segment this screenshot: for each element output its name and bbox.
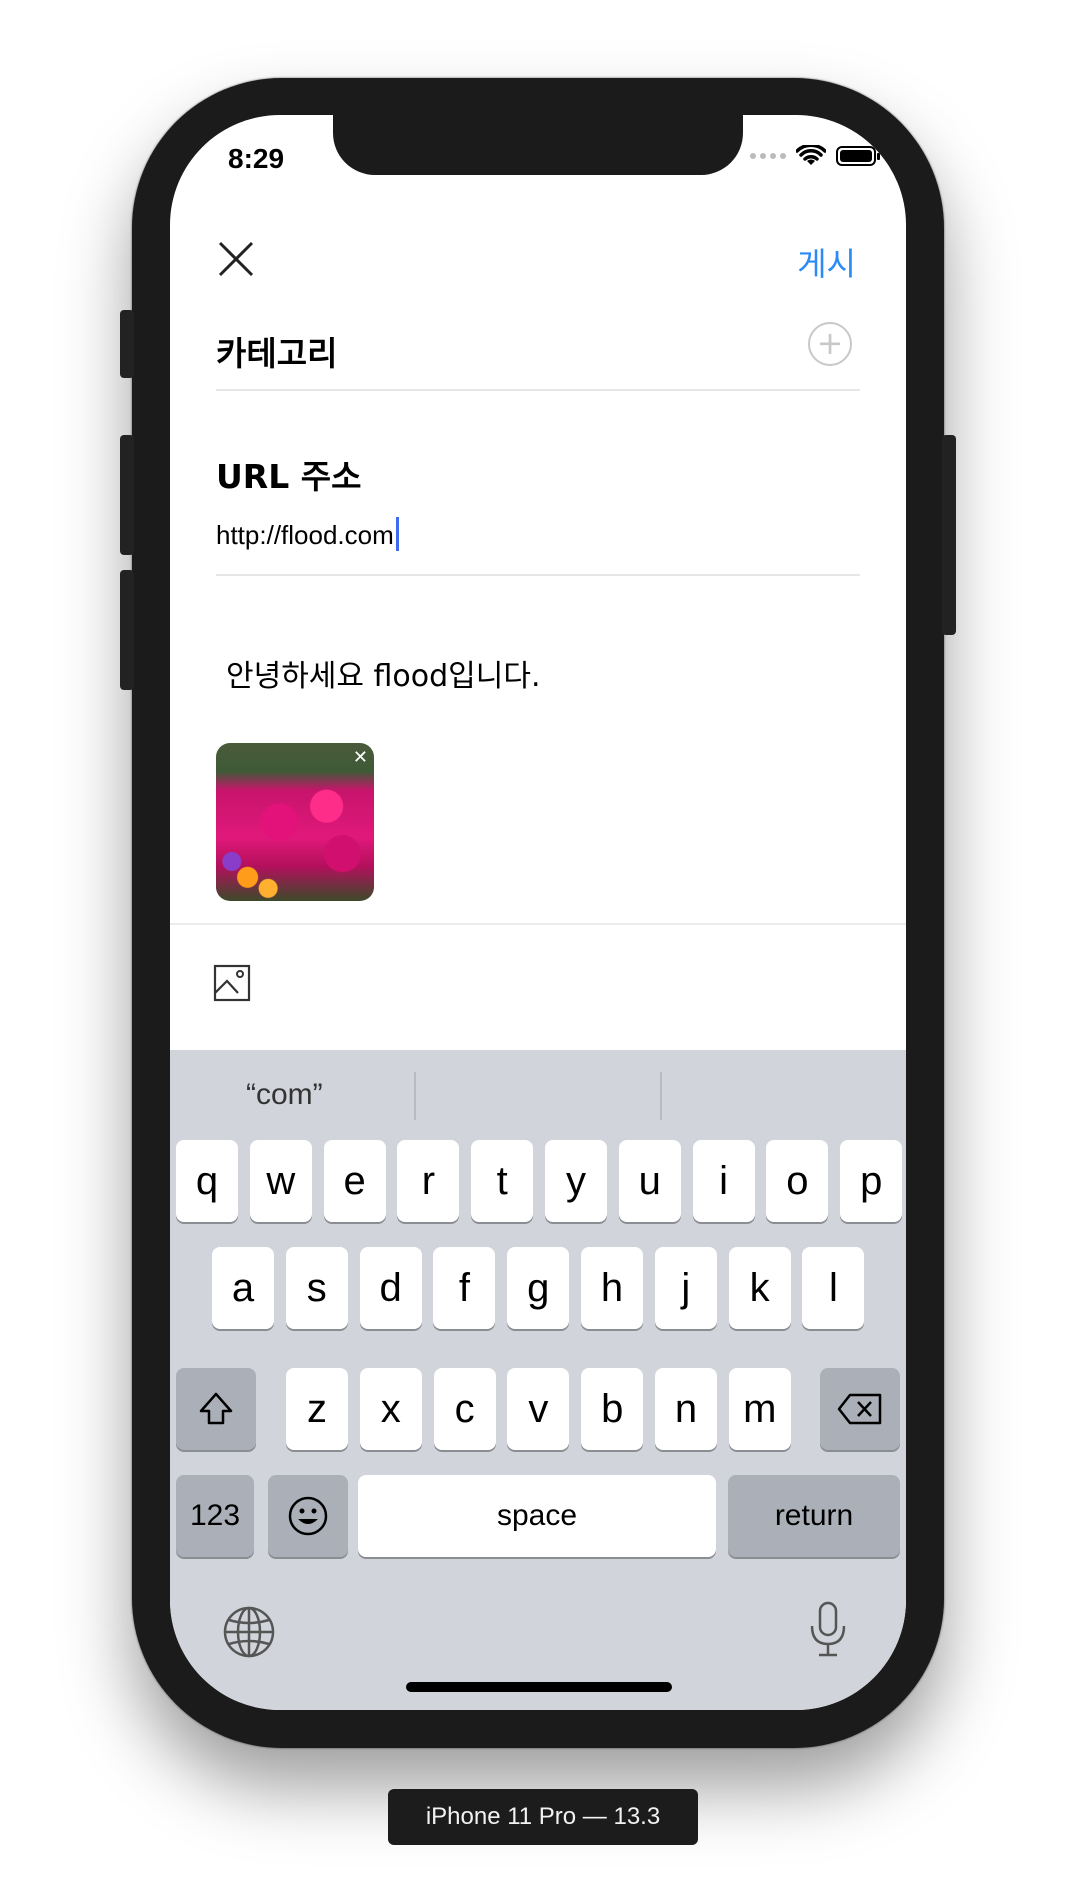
key-k[interactable]: k — [728, 1247, 791, 1329]
signal-icon — [750, 153, 786, 159]
url-divider — [216, 574, 860, 576]
category-label: 카테고리 — [216, 334, 338, 373]
key-u[interactable]: u — [618, 1140, 681, 1222]
key-a[interactable]: a — [212, 1247, 274, 1329]
home-indicator[interactable] — [406, 1682, 672, 1692]
return-key[interactable]: return — [728, 1475, 900, 1557]
suggestion-item[interactable]: “com” — [246, 1078, 323, 1112]
suggestion-bar: “com” — [170, 1050, 906, 1140]
volume-up-button — [120, 435, 134, 555]
device-label: iPhone 11 Pro — 13.3 — [388, 1789, 698, 1845]
power-button — [942, 435, 956, 635]
key-m[interactable]: m — [728, 1368, 791, 1450]
emoji-key[interactable] — [268, 1475, 348, 1557]
key-l[interactable]: l — [802, 1247, 865, 1329]
attached-photo: ✕ — [216, 743, 374, 901]
delete-icon — [837, 1393, 882, 1425]
key-d[interactable]: d — [359, 1247, 422, 1329]
status-icons — [750, 145, 880, 167]
key-v[interactable]: v — [507, 1368, 570, 1450]
toolbar-divider — [170, 923, 906, 925]
key-n[interactable]: n — [655, 1368, 717, 1450]
add-category-icon[interactable]: + — [808, 322, 852, 366]
shift-icon — [199, 1392, 233, 1425]
emoji-icon — [288, 1496, 328, 1536]
category-divider — [216, 389, 860, 391]
globe-icon[interactable] — [222, 1605, 276, 1659]
key-p[interactable]: p — [840, 1140, 903, 1222]
shift-key[interactable] — [176, 1368, 256, 1450]
content-text-area[interactable]: 안녕하세요 flood입니다. — [226, 651, 541, 695]
delete-key[interactable] — [820, 1368, 900, 1450]
space-key[interactable]: space — [358, 1475, 716, 1557]
key-f[interactable]: f — [433, 1247, 496, 1329]
key-j[interactable]: j — [654, 1247, 717, 1329]
text-caret — [395, 517, 399, 551]
volume-down-button — [120, 570, 134, 690]
close-icon[interactable] — [212, 235, 260, 283]
wifi-icon — [796, 145, 826, 165]
post-button[interactable]: 게시 — [797, 239, 856, 285]
url-label: URL 주소 — [216, 457, 362, 496]
key-i[interactable]: i — [692, 1140, 755, 1222]
microphone-icon[interactable] — [806, 1600, 850, 1660]
key-x[interactable]: x — [359, 1368, 422, 1450]
key-h[interactable]: h — [581, 1247, 643, 1329]
key-y[interactable]: y — [545, 1140, 607, 1222]
key-r[interactable]: r — [397, 1140, 460, 1222]
key-c[interactable]: c — [433, 1368, 496, 1450]
suggestion-separator — [660, 1072, 662, 1120]
notch — [333, 115, 743, 175]
key-w[interactable]: w — [249, 1140, 312, 1222]
key-z[interactable]: z — [286, 1368, 348, 1450]
url-value: http://flood.com — [216, 520, 394, 550]
numbers-key[interactable]: 123 — [176, 1475, 254, 1557]
url-input[interactable]: http://flood.com — [216, 517, 399, 551]
remove-photo-icon[interactable]: ✕ — [353, 747, 368, 768]
status-time: 8:29 — [228, 143, 285, 174]
mute-switch — [120, 310, 134, 378]
suggestion-separator — [414, 1072, 416, 1120]
image-icon[interactable] — [212, 963, 252, 1003]
screen: 8:29 게시 카테고리 + URL 주소 http://flood.com 안… — [170, 115, 906, 1710]
key-t[interactable]: t — [471, 1140, 534, 1222]
key-s[interactable]: s — [285, 1247, 348, 1329]
keyboard: “com” qwertyuiop asdfghjkl zxcvbnm 123 s… — [170, 1050, 906, 1710]
key-g[interactable]: g — [507, 1247, 570, 1329]
key-e[interactable]: e — [323, 1140, 386, 1222]
key-o[interactable]: o — [766, 1140, 829, 1222]
battery-icon — [836, 146, 880, 166]
key-q[interactable]: q — [176, 1140, 238, 1222]
key-b[interactable]: b — [581, 1368, 644, 1450]
